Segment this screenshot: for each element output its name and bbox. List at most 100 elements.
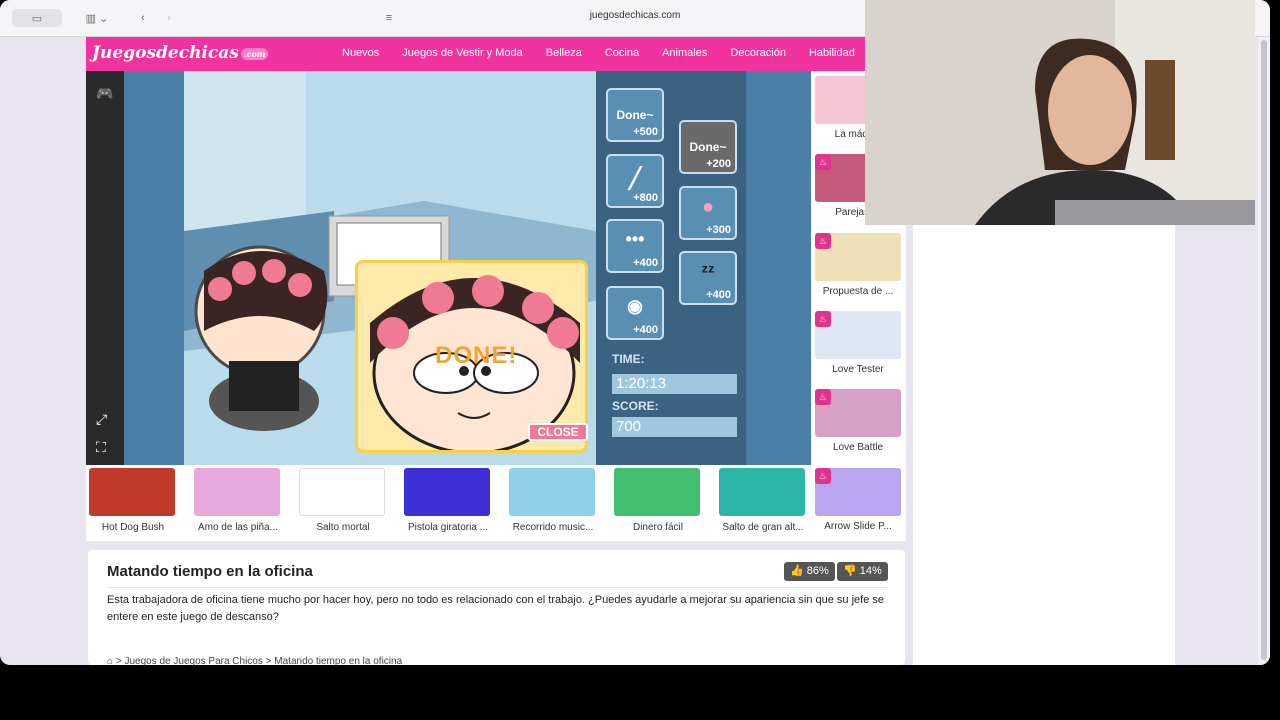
face-mask-icon: ◉ [627, 296, 643, 316]
item-sleep[interactable]: ᶻᶻ +400 [679, 251, 737, 305]
game-description-text: Esta trabajadora de oficina tiene mucho … [107, 594, 884, 623]
browser-window: ▭ ▥ ⌄ ‹ › ≡ juegosdechicas.com Juegosdec… [0, 0, 1270, 665]
done-message: DONE! [435, 342, 518, 369]
breadcrumb-category[interactable]: Juegos de Juegos Para Chicos [124, 656, 262, 665]
site-header: Juegosdechicas .com Nuevos Juegos de Vest… [86, 37, 866, 71]
item-status: Done~ [689, 140, 727, 154]
item-nail-file[interactable]: ╱ +800 [606, 154, 664, 208]
game-thumb-title: Salto de gran alt... [722, 522, 804, 533]
item-chat[interactable]: ••• +400 [606, 219, 664, 273]
reader-icon[interactable]: ≡ [380, 9, 398, 27]
breadcrumb: ⌂ > Juegos de Juegos Para Chicos > Matan… [107, 656, 402, 665]
hot-badge-icon: ♨ [815, 233, 831, 249]
item-yarn[interactable]: ● +300 [679, 186, 737, 240]
address-bar[interactable]: juegosdechicas.com [480, 10, 790, 21]
nav-animales[interactable]: Animales [662, 47, 707, 59]
side-game-thumb[interactable]: ♨ Love Battle [815, 389, 901, 453]
side-game-title: Arrow Slide P... [824, 521, 892, 532]
side-game-thumb[interactable]: ♨ Propuesta de ... [815, 233, 901, 297]
game-description: Matando tiempo en la oficina 👍 86% 👎 14%… [88, 550, 905, 665]
hot-badge-icon: ♨ [815, 468, 831, 484]
game-thumb[interactable]: Pistola giratoria ... [404, 468, 492, 538]
scrollbar-thumb[interactable] [1261, 40, 1267, 660]
nav-nuevos[interactable]: Nuevos [342, 47, 379, 59]
item-curlers[interactable]: Done~ +200 [679, 120, 737, 174]
site-logo[interactable]: Juegosdechicas .com [92, 43, 269, 63]
expand-icon[interactable]: ⤢ [96, 411, 107, 428]
game-thumb-title: Pistola giratoria ... [407, 522, 489, 533]
nav-belleza[interactable]: Belleza [546, 47, 582, 59]
side-game-thumb[interactable]: ♨ Arrow Slide P... [815, 468, 901, 532]
nav-cocina[interactable]: Cocina [605, 47, 639, 59]
logo-suffix: .com [240, 47, 269, 60]
game-thumb[interactable]: Salto mortal [299, 468, 387, 538]
game-thumb[interactable]: Amo de las piña... [194, 468, 282, 538]
item-tweezers[interactable]: Done~ +500 [606, 88, 664, 142]
side-game-thumb[interactable]: ♨ Love Tester [815, 311, 901, 375]
item-status: Done~ [616, 108, 654, 122]
main-nav: Nuevos Juegos de Vestir y Moda Belleza C… [342, 47, 878, 59]
game-thumb-title: Salto mortal [316, 522, 370, 533]
like-button[interactable]: 👍 86% [784, 562, 835, 581]
game-thumb-image [404, 468, 490, 516]
game-panel-edge [746, 71, 811, 465]
hot-badge-icon: ♨ [815, 389, 831, 405]
forward-icon[interactable]: › [160, 9, 178, 27]
ad-area [913, 225, 1175, 665]
breadcrumb-separator: > [265, 656, 272, 665]
game-thumb-image [614, 468, 700, 516]
game-tools: 🎮 ⤢ ⛶ [86, 71, 124, 465]
side-game-image: ♨ [815, 468, 901, 516]
game-thumb-title: Hot Dog Bush [101, 522, 165, 533]
item-points: +400 [633, 324, 658, 336]
gamepad-icon[interactable]: 🎮 [96, 85, 113, 102]
game-title: Matando tiempo en la oficina [107, 563, 313, 580]
close-button[interactable]: CLOSE [528, 423, 588, 441]
game-thumb[interactable]: Salto de gran alt... [719, 468, 807, 538]
game-thumb-image [719, 468, 805, 516]
side-game-title: Love Battle [832, 442, 884, 453]
back-icon[interactable]: ‹ [134, 9, 152, 27]
game-thumb-title: Recorrido music... [512, 522, 594, 533]
side-game-title: Love Tester [832, 364, 884, 375]
item-face-mask[interactable]: ◉ +400 [606, 286, 664, 340]
fullscreen-icon[interactable]: ⛶ [96, 439, 106, 456]
breadcrumb-separator: > [115, 656, 122, 665]
home-icon[interactable]: ⌂ [107, 656, 113, 665]
nav-vestir-moda[interactable]: Juegos de Vestir y Moda [402, 47, 522, 59]
game-thumb-image [299, 468, 385, 516]
thumbs-up-icon: 👍 [790, 565, 807, 577]
breadcrumb-current: Matando tiempo en la oficina [274, 656, 403, 665]
related-games: Hot Dog Bush Amo de las piña... Salto mo… [86, 465, 906, 541]
game-thumb[interactable]: Dinero fácil [614, 468, 702, 538]
item-points: +400 [633, 257, 658, 269]
item-points: +300 [706, 224, 731, 236]
divider [107, 587, 887, 588]
side-game-title: Propuesta de ... [822, 286, 894, 297]
like-percent: 86% [806, 565, 829, 577]
hot-badge-icon: ♨ [815, 154, 831, 170]
time-label: TIME: [612, 352, 645, 366]
game-thumb-image [89, 468, 175, 516]
game-thumb[interactable]: Hot Dog Bush [89, 468, 177, 538]
item-points: +800 [633, 192, 658, 204]
webcam-person [865, 0, 1255, 225]
side-game-image: ♨ [815, 233, 901, 281]
dislike-button[interactable]: 👎 14% [837, 562, 888, 581]
game-thumb-title: Amo de las piña... [197, 522, 279, 533]
sidebar-toggle-icon[interactable]: ▥ ⌄ [75, 9, 119, 27]
item-points: +400 [706, 289, 731, 301]
window-switcher-button[interactable]: ▭ [12, 9, 62, 27]
game-thumb-title: Dinero fácil [632, 522, 684, 533]
nav-habilidad[interactable]: Habilidad [809, 47, 855, 59]
thumbs-down-icon: 👎 [843, 565, 860, 577]
score-label: SCORE: [612, 399, 659, 413]
item-points: +200 [706, 158, 731, 170]
item-points: +500 [633, 126, 658, 138]
nail-file-icon: ╱ [628, 168, 642, 190]
nav-decoracion[interactable]: Decoración [730, 47, 786, 59]
time-value: 1:20:13 [612, 374, 737, 394]
sleep-icon: ᶻᶻ [701, 261, 715, 281]
score-value: 700 [612, 417, 737, 437]
game-thumb[interactable]: Recorrido music... [509, 468, 597, 538]
